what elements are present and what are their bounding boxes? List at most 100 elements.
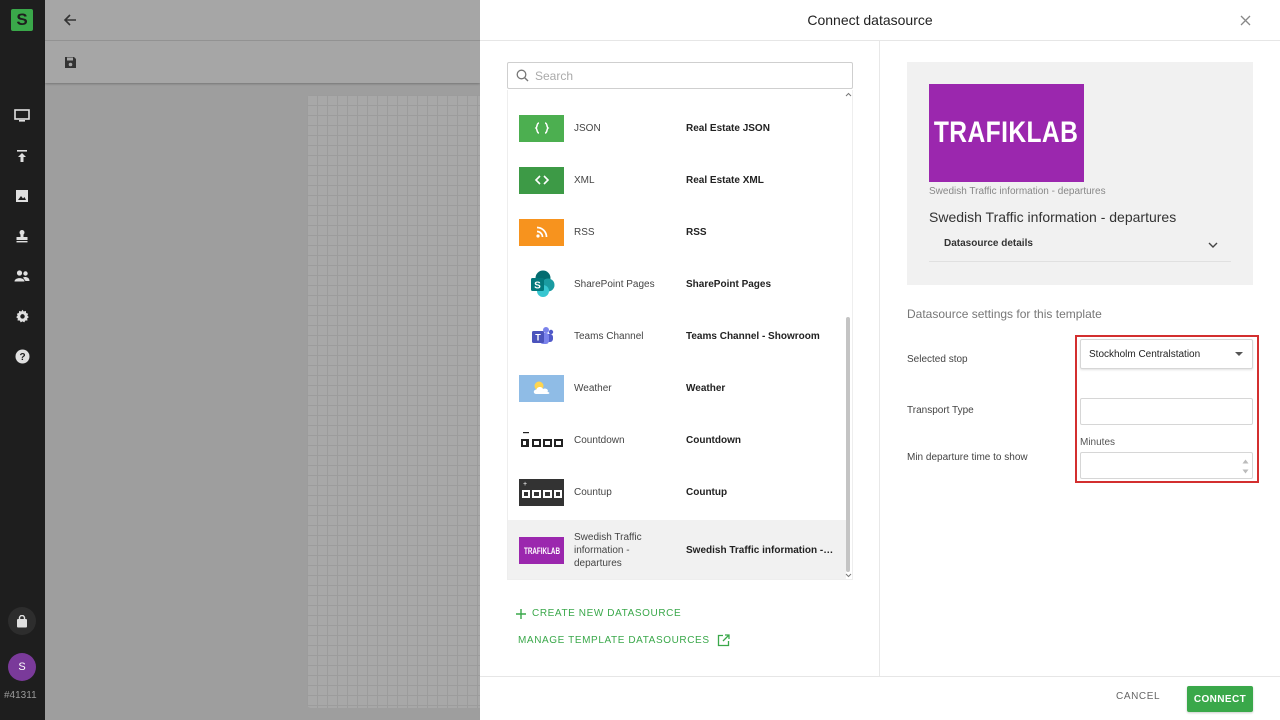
settings-heading: Datasource settings for this template [907,307,1102,321]
back-arrow-icon[interactable] [62,12,78,28]
selected-stop-label: Selected stop [907,354,968,365]
connect-datasource-dialog: Connect datasource JSON Real Estate JSON [480,0,1280,720]
dialog-footer: CANCEL CONNECT [480,676,1280,720]
datasource-name: Swedish Traffic information - departures [574,531,642,569]
datasource-description: Swedish Traffic information - departures [686,544,834,556]
datasource-name: Teams Channel [574,330,644,342]
transport-type-label: Transport Type [907,405,974,416]
datasource-name: Weather [574,382,612,394]
list-item-teams-channel[interactable]: T Teams Channel Teams Channel - Showroom [508,310,846,362]
datasource-description: Weather [686,382,726,394]
help-icon[interactable]: ? [12,346,32,366]
upload-icon[interactable] [12,146,32,166]
min-departure-label: Min departure time to show [907,452,1028,463]
svg-text:S: S [534,281,541,292]
datasource-description: Countdown [686,434,741,446]
list-item-json[interactable]: JSON Real Estate JSON [508,102,846,154]
scroll-down-icon[interactable] [845,572,852,579]
datasource-details-label: Datasource details [944,238,1033,249]
increment-icon[interactable] [1241,458,1249,464]
list-item-sharepoint-pages[interactable]: S SharePoint Pages SharePoint Pages [508,258,846,310]
image-icon[interactable] [12,186,32,206]
dialog-header: Connect datasource [480,0,1280,41]
create-new-datasource-label: CREATE NEW DATASOURCE [532,608,682,619]
connect-button[interactable]: CONNECT [1187,686,1253,712]
chevron-down-icon[interactable] [1207,239,1219,251]
trafiklab-logo: TRAFIKLAB [929,84,1084,182]
editor-toolbar [45,41,480,83]
selected-stop-select[interactable]: Stockholm Centralstation [1080,339,1253,369]
svg-text:+: + [523,481,527,488]
dialog-title: Connect datasource [807,12,933,28]
list-item-countdown[interactable]: Countdown Countdown [508,414,846,466]
json-icon [519,114,564,142]
min-departure-input[interactable] [1080,452,1253,479]
datasource-description: Teams Channel - Showroom [686,330,820,342]
xml-icon [519,166,564,194]
teams-icon: T [519,323,564,350]
datasource-preview: TRAFIKLAB Swedish Traffic information - … [907,62,1253,285]
datasource-details-pane: TRAFIKLAB Swedish Traffic information - … [880,41,1280,676]
background-editor [45,0,480,720]
minutes-label: Minutes [1080,437,1116,448]
trafiklab-logo-text: TRAFIKLAB [934,116,1079,149]
save-icon[interactable] [62,54,78,70]
datasource-name: JSON [574,122,601,134]
datasource-name: Countdown [574,434,625,446]
trafiklab-icon: TRAFIKLAB [519,536,564,564]
search-box[interactable] [507,62,853,89]
countdown-icon [519,427,564,454]
list-scrollbar[interactable] [844,90,853,580]
dropdown-caret-icon [1235,352,1243,356]
datasource-name: Countup [574,486,612,498]
list-item-swedish-traffic[interactable]: TRAFIKLAB Swedish Traffic information - … [508,520,846,579]
transport-type-input[interactable] [1080,398,1253,425]
search-icon [516,69,529,82]
sharepoint-icon: S [519,270,564,298]
shopping-bag-icon [17,614,27,627]
list-item-xml[interactable]: XML Real Estate XML [508,154,846,206]
list-item-weather[interactable]: Weather Weather [508,362,846,414]
external-link-icon [717,634,730,647]
datasource-name: RSS [574,226,595,238]
app-logo[interactable]: S [11,9,33,31]
scroll-up-icon[interactable] [845,91,852,98]
datasource-description: Real Estate JSON [686,122,770,134]
datasource-description: Real Estate XML [686,174,764,186]
datasource-details-expander[interactable]: Datasource details [929,231,1231,262]
gear-icon[interactable] [12,306,32,326]
editor-canvas [307,95,480,708]
users-icon[interactable] [12,266,32,286]
datasource-list: JSON Real Estate JSON XML Real Estate XM… [507,90,853,580]
decrement-icon[interactable] [1241,468,1249,474]
list-item-countup[interactable]: + Countup Countup [508,466,846,518]
cancel-button[interactable]: CANCEL [1116,691,1160,702]
datasource-name: SharePoint Pages [574,278,655,290]
search-input[interactable] [535,68,835,83]
app-rail: S ? S #41311 [0,0,45,720]
datasource-description: Countup [686,486,728,498]
bag-button[interactable] [8,607,36,635]
datasource-description: SharePoint Pages [686,278,772,290]
stamp-icon[interactable] [12,226,32,246]
list-item-rss[interactable]: RSS RSS [508,206,846,258]
avatar[interactable]: S [8,653,36,681]
preview-caption: Swedish Traffic information - departures [929,186,1106,197]
manage-template-datasources-link[interactable]: MANAGE TEMPLATE DATASOURCES [518,634,730,647]
close-icon[interactable] [1237,12,1253,28]
weather-icon [519,374,564,402]
plus-icon [516,608,526,619]
version-label: #41311 [4,690,37,701]
trafiklab-logo-text: TRAFIKLAB [524,546,560,556]
scrollbar-thumb[interactable] [846,317,850,572]
svg-text:?: ? [19,352,25,363]
manage-template-datasources-label: MANAGE TEMPLATE DATASOURCES [518,635,710,646]
datasource-name: XML [574,174,595,186]
svg-text:T: T [535,333,541,343]
create-new-datasource-link[interactable]: CREATE NEW DATASOURCE [516,608,681,619]
datasource-list-pane: JSON Real Estate JSON XML Real Estate XM… [480,41,880,676]
editor-header [45,0,480,41]
countup-icon: + [519,478,564,506]
preview-title: Swedish Traffic information - departures [929,209,1177,225]
monitor-icon[interactable] [12,106,32,126]
